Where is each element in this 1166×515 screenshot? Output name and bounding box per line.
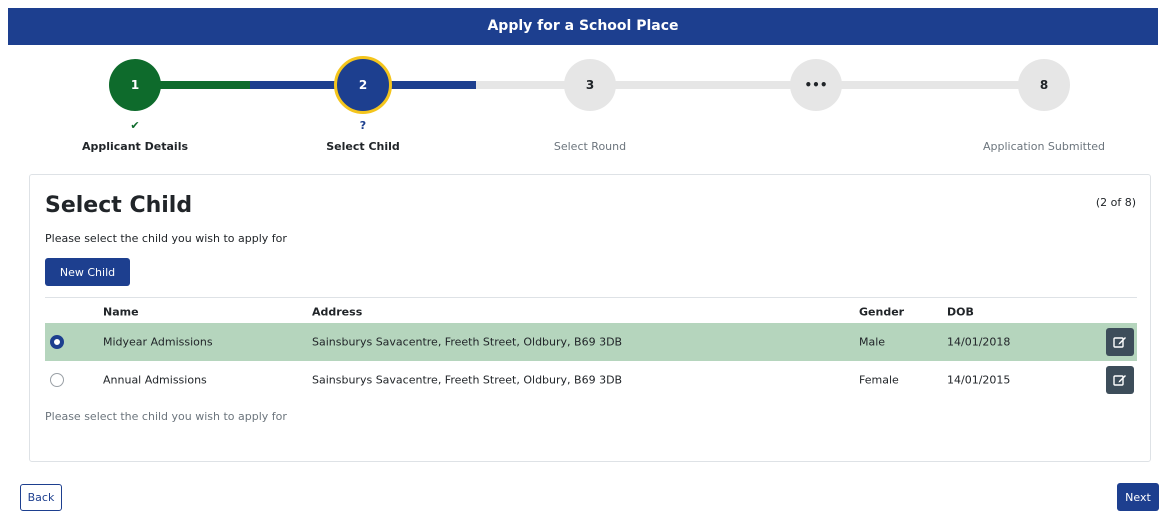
- step-2-circle: 2: [334, 56, 392, 114]
- step-track-4: [816, 81, 1044, 89]
- edit-child-button[interactable]: [1106, 328, 1134, 356]
- child-address: Sainsburys Savacentre, Freeth Street, Ol…: [312, 335, 623, 349]
- table-row[interactable]: Midyear Admissions Sainsburys Savacentre…: [45, 323, 1137, 361]
- check-icon: ✔: [130, 119, 140, 132]
- instructions-text: Please select the child you wish to appl…: [45, 232, 287, 245]
- children-table: Name Address Gender DOB Midyear Admissio…: [45, 297, 1137, 399]
- edit-icon: [1113, 375, 1126, 386]
- page-header: Apply for a School Place: [8, 8, 1158, 45]
- table-row[interactable]: Annual Admissions Sainsburys Savacentre,…: [45, 361, 1137, 399]
- step-ellipsis-circle: •••: [790, 59, 842, 111]
- step-2-label: Select Child: [326, 140, 400, 153]
- step-counter: (2 of 8): [1095, 196, 1136, 209]
- step-1-label: Applicant Details: [81, 140, 189, 153]
- step-8-label: Application Submitted: [982, 140, 1106, 153]
- new-child-button[interactable]: New Child: [45, 258, 130, 286]
- header-gender: Gender: [859, 305, 905, 319]
- child-name: Annual Admissions: [103, 373, 207, 387]
- child-radio[interactable]: [50, 373, 64, 387]
- next-button[interactable]: Next: [1117, 483, 1159, 511]
- header-dob: DOB: [947, 305, 974, 319]
- step-1-circle: 1: [109, 59, 161, 111]
- header-name: Name: [103, 305, 139, 319]
- validation-hint: Please select the child you wish to appl…: [45, 410, 287, 423]
- child-gender: Male: [859, 335, 886, 349]
- child-dob: 14/01/2018: [947, 335, 1011, 349]
- child-name: Midyear Admissions: [103, 335, 213, 349]
- child-address: Sainsburys Savacentre, Freeth Street, Ol…: [312, 373, 623, 387]
- edit-child-button[interactable]: [1106, 366, 1134, 394]
- edit-icon: [1113, 337, 1126, 348]
- step-3-circle: 3: [564, 59, 616, 111]
- child-dob: 14/01/2015: [947, 373, 1011, 387]
- child-gender: Female: [859, 373, 899, 387]
- page-title: Select Child: [45, 193, 193, 218]
- progress-stepper: 1 2 3 ••• 8 ✔ ? Applicant Details Select…: [0, 55, 1166, 165]
- header-address: Address: [312, 305, 363, 319]
- step-track-3: [590, 81, 816, 89]
- table-header: Name Address Gender DOB: [45, 298, 1137, 323]
- back-button[interactable]: Back: [20, 484, 62, 511]
- child-radio-selected[interactable]: [50, 335, 64, 349]
- step-8-circle: 8: [1018, 59, 1070, 111]
- question-icon: ?: [359, 119, 367, 132]
- select-child-card: Select Child (2 of 8) Please select the …: [29, 174, 1151, 462]
- step-3-label: Select Round: [553, 140, 627, 153]
